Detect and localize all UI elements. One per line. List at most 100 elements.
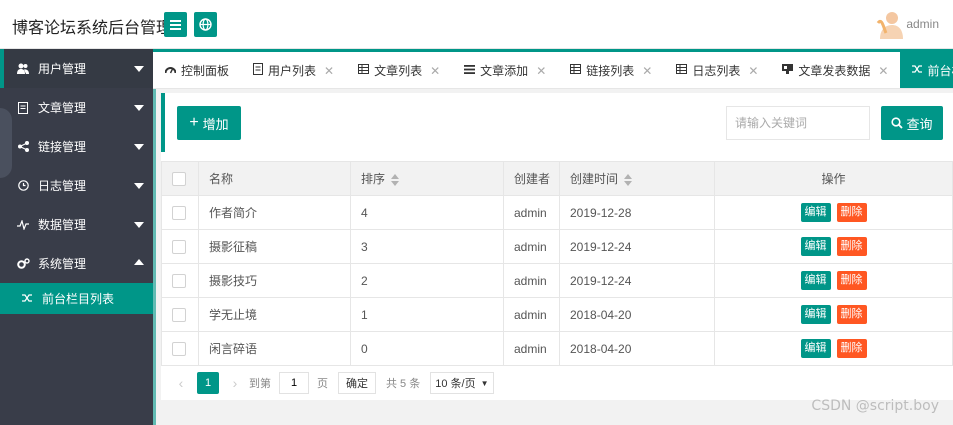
header-name: 名称: [198, 161, 351, 196]
table-row: 学无止境 1 admin 2018-04-20 编辑 删除: [161, 297, 953, 332]
close-icon[interactable]: ✕: [642, 64, 652, 78]
cell-creator: admin: [503, 195, 560, 230]
tab-log-list[interactable]: 日志列表 ✕: [664, 52, 770, 88]
toolbar-accent: [161, 93, 165, 152]
close-icon[interactable]: ✕: [748, 64, 758, 78]
tab-label: 文章发表数据: [798, 64, 871, 78]
log-icon: [16, 179, 30, 193]
tab-frontend-columns[interactable]: 前台栏目列表: [900, 52, 953, 88]
sidebar-item-user-management[interactable]: 用户管理: [0, 49, 153, 88]
select-all-cell[interactable]: [161, 161, 199, 196]
user-menu[interactable]: admin: [876, 9, 939, 39]
tab-label: 链接列表: [586, 64, 635, 78]
table-row: 摄影征稿 3 admin 2019-12-24 编辑 删除: [161, 229, 953, 264]
delete-button[interactable]: 删除: [836, 305, 867, 324]
search-button[interactable]: 查询: [881, 106, 943, 140]
goto-confirm-button[interactable]: 确定: [338, 372, 376, 394]
delete-button[interactable]: 删除: [836, 271, 867, 290]
caret-down-icon: ▼: [480, 378, 489, 388]
user-name: admin: [906, 17, 939, 31]
row-checkbox[interactable]: [172, 307, 186, 322]
cell-sort: 1: [350, 297, 504, 332]
tab-link-list[interactable]: 链接列表 ✕: [558, 52, 664, 88]
page-size-value: 10 条/页: [435, 378, 476, 390]
prev-page-icon[interactable]: ‹: [171, 375, 191, 391]
close-icon[interactable]: ✕: [536, 64, 546, 78]
sidebar-item-log-management[interactable]: 日志管理: [0, 166, 153, 205]
chevron-up-icon: [134, 259, 144, 265]
close-icon[interactable]: ✕: [878, 64, 888, 78]
tab-dashboard[interactable]: 控制面板: [153, 52, 241, 88]
sort-arrows-icon[interactable]: [624, 173, 633, 186]
delete-button[interactable]: 删除: [836, 203, 867, 222]
cell-name: 学无止境: [198, 297, 351, 332]
cell-created: 2018-04-20: [559, 297, 715, 332]
share-icon: [16, 140, 30, 154]
top-header: 博客论坛系统后台管理 admin: [0, 0, 953, 49]
sidebar-item-label: 用户管理: [38, 62, 87, 76]
cell-created: 2018-04-20: [559, 331, 715, 366]
sidebar-item-system-management[interactable]: 系统管理: [0, 244, 153, 283]
header-created[interactable]: 创建时间: [559, 161, 715, 196]
sidebar-subitem-frontend-columns[interactable]: 前台栏目列表: [0, 283, 153, 314]
row-checkbox[interactable]: [172, 341, 186, 356]
add-button[interactable]: + 增加: [177, 106, 241, 140]
cell-sort: 3: [350, 229, 504, 264]
sidebar-item-label: 数据管理: [38, 218, 87, 232]
cell-sort: 4: [350, 195, 504, 230]
delete-button[interactable]: 删除: [836, 237, 867, 256]
edit-button[interactable]: 编辑: [800, 305, 831, 324]
table-icon: [676, 64, 688, 77]
edit-button[interactable]: 编辑: [800, 237, 831, 256]
delete-button[interactable]: 删除: [836, 339, 867, 358]
edit-button[interactable]: 编辑: [800, 271, 831, 290]
page-number-current[interactable]: 1: [197, 372, 219, 394]
tab-article-add[interactable]: 文章添加 ✕: [452, 52, 558, 88]
row-checkbox[interactable]: [172, 273, 186, 288]
edit-button[interactable]: 编辑: [800, 203, 831, 222]
close-icon[interactable]: ✕: [324, 64, 334, 78]
chart-icon: [782, 64, 794, 77]
tab-article-stats[interactable]: 文章发表数据 ✕: [770, 52, 900, 88]
select-all-checkbox[interactable]: [172, 171, 186, 186]
cell-creator: admin: [503, 263, 560, 298]
header-sort[interactable]: 排序: [350, 161, 504, 196]
header-actions: 操作: [714, 161, 953, 196]
cell-created: 2019-12-28: [559, 195, 715, 230]
tab-article-list[interactable]: 文章列表 ✕: [346, 52, 452, 88]
sidebar-item-article-management[interactable]: 文章管理: [0, 88, 153, 127]
cell-name: 闲言碎语: [198, 331, 351, 366]
close-icon[interactable]: ✕: [430, 64, 440, 78]
sidebar-collapse-handle[interactable]: [0, 108, 12, 178]
search-input[interactable]: [726, 106, 870, 140]
row-checkbox[interactable]: [172, 239, 186, 254]
watermark: CSDN @script.boy: [811, 398, 939, 414]
sidebar: 用户管理 文章管理 链接管理 日志管理 数据管理 系统管理 前台栏目列表: [0, 49, 153, 425]
header-creator: 创建者: [503, 161, 560, 196]
tab-label: 文章列表: [374, 64, 423, 78]
edit-button[interactable]: 编辑: [800, 339, 831, 358]
plus-icon: +: [189, 114, 199, 131]
sidebar-item-data-management[interactable]: 数据管理: [0, 205, 153, 244]
sidebar-item-link-management[interactable]: 链接管理: [0, 127, 153, 166]
pagination: ‹ 1 › 到第 页 确定 共 5 条 10 条/页 ▼: [161, 369, 494, 397]
pulse-icon: [16, 218, 30, 232]
page-size-select[interactable]: 10 条/页 ▼: [430, 372, 494, 394]
sidebar-item-label: 文章管理: [38, 101, 87, 115]
table-icon: [570, 64, 582, 77]
next-page-icon[interactable]: ›: [225, 375, 245, 391]
row-checkbox[interactable]: [172, 205, 186, 220]
menu-toggle-button[interactable]: [164, 12, 187, 37]
cell-name: 作者简介: [198, 195, 351, 230]
total-count: 共 5 条: [386, 378, 421, 390]
sidebar-subitem-label: 前台栏目列表: [42, 292, 115, 306]
goto-page-input[interactable]: [279, 372, 309, 394]
goto-label: 到第: [249, 378, 271, 390]
chevron-down-icon: [134, 222, 144, 228]
sort-arrows-icon[interactable]: [391, 173, 400, 186]
tab-label: 前台栏目列表: [927, 64, 953, 78]
tab-user-list[interactable]: 用户列表 ✕: [241, 52, 346, 88]
sidebar-item-label: 链接管理: [38, 140, 87, 154]
page-unit-label: 页: [317, 378, 328, 390]
frontend-site-button[interactable]: [194, 12, 217, 37]
